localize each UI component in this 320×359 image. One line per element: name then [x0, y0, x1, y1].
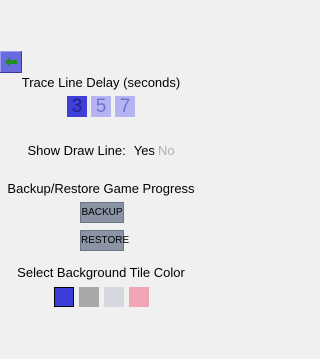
draw-line-yes-option[interactable]: Yes: [134, 143, 155, 159]
draw-line-row: Show Draw Line: Yes No: [0, 143, 202, 159]
delay-option-7[interactable]: 7: [115, 96, 135, 117]
trace-delay-heading: Trace Line Delay (seconds): [21, 75, 181, 90]
delay-option-5[interactable]: 5: [91, 96, 111, 117]
tile-color-swatch-gray[interactable]: [78, 287, 99, 307]
tile-color-swatch-blue[interactable]: [53, 287, 74, 307]
tile-color-swatch-pink[interactable]: [128, 287, 149, 307]
draw-line-label: Show Draw Line:: [27, 143, 126, 158]
restore-button[interactable]: RESTORE: [80, 230, 129, 251]
delay-option-3[interactable]: 3: [67, 96, 87, 117]
backup-restore-heading: Backup/Restore Game Progress: [7, 181, 195, 196]
arrow-left-icon: [5, 57, 17, 67]
tile-color-swatch-light-gray[interactable]: [103, 287, 124, 307]
back-button[interactable]: [0, 51, 22, 73]
trace-delay-options: 3 5 7: [0, 96, 202, 117]
draw-line-no-option[interactable]: No: [158, 143, 175, 159]
tile-color-swatches: [0, 287, 202, 307]
tile-color-heading: Select Background Tile Color: [17, 265, 185, 280]
backup-button[interactable]: BACKUP: [80, 202, 124, 223]
